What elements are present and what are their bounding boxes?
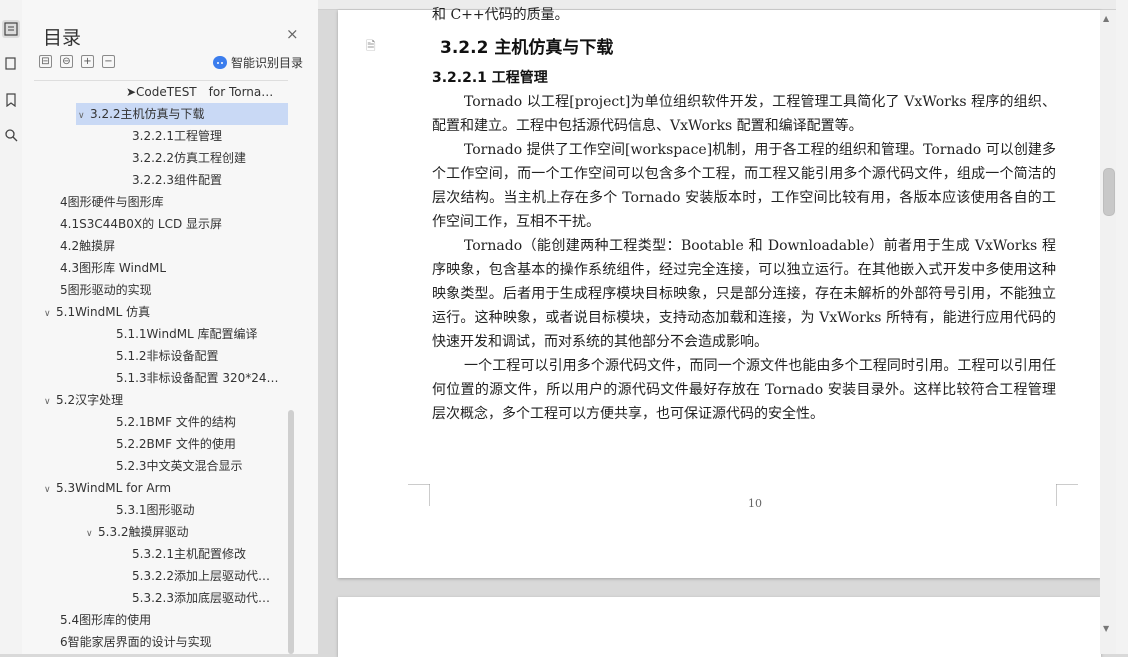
toc-item-label: 3.2.2.2仿真工程创建 bbox=[132, 151, 246, 165]
chevron-down-icon[interactable]: ∨ bbox=[86, 523, 98, 543]
toc-item[interactable]: 5.4图形库的使用 bbox=[34, 609, 288, 631]
toc-item[interactable]: 6智能家居界面的设计与实现 bbox=[34, 631, 288, 653]
chevron-down-icon[interactable]: ∨ bbox=[44, 391, 56, 411]
pages-icon[interactable] bbox=[2, 55, 20, 73]
toc-item-label: 5.3.2.3添加底层驱动代码文件 bbox=[132, 591, 288, 605]
prev-text-line: 和 C++代码的质量。 bbox=[432, 7, 569, 23]
toc-item[interactable]: 5.1.2非标设备配置 bbox=[34, 345, 288, 367]
toc-item[interactable]: 5.1.3非标设备配置 320*240 彩… bbox=[34, 367, 288, 389]
toc-title: 目录 bbox=[43, 27, 82, 49]
toc-item-label: 6智能家居界面的设计与实现 bbox=[60, 635, 212, 649]
toc-item[interactable]: 4.2触摸屏 bbox=[34, 235, 288, 257]
toc-item-label: 5.4图形库的使用 bbox=[60, 613, 152, 627]
toc-item[interactable]: 4.3图形库 WindML bbox=[34, 257, 288, 279]
toc-item-label: 4图形硬件与图形库 bbox=[60, 195, 164, 209]
toc-item-label: 5.2汉字处理 bbox=[56, 393, 124, 407]
toc-panel-icon[interactable] bbox=[2, 20, 20, 38]
toc-item-label: 5.3.1图形驱动 bbox=[116, 503, 195, 517]
remove-heading-button[interactable]: − bbox=[102, 55, 115, 68]
right-toolbar bbox=[1116, 0, 1128, 654]
page-11 bbox=[338, 597, 1101, 657]
paragraph-1: Tornado 以工程[project]为单位组织软件开发，工程管理工具简化了 … bbox=[432, 94, 1056, 134]
toc-item[interactable]: ∨ 5.3WindML for Arm bbox=[34, 477, 288, 499]
toc-item[interactable]: 3.2.2.2仿真工程创建 bbox=[34, 147, 288, 169]
scroll-up-arrow[interactable]: ▲ bbox=[1103, 14, 1109, 23]
smart-toc-label: 智能识别目录 bbox=[231, 56, 304, 70]
toc-item-label: 5.2.1BMF 文件的结构 bbox=[116, 415, 236, 429]
toc-item-label: 5.1.3非标设备配置 320*240 彩… bbox=[116, 371, 288, 385]
toc-toolbar: ⊟ ⊖ + − bbox=[39, 55, 115, 68]
bookmark-icon[interactable] bbox=[2, 91, 20, 109]
toc-item[interactable]: 5.2.2BMF 文件的使用 bbox=[34, 433, 288, 455]
toc-item-label: 3.2.2.1工程管理 bbox=[132, 129, 222, 143]
toc-item[interactable]: ∨ 5.2汉字处理 bbox=[34, 389, 288, 411]
toc-item-label: 5.2.3中文英文混合显示 bbox=[116, 459, 243, 473]
document-scrollbar[interactable]: ▲ ▼ bbox=[1100, 10, 1116, 654]
toc-item[interactable]: 5.2.3中文英文混合显示 bbox=[34, 455, 288, 477]
toc-item-label: 5图形驱动的实现 bbox=[60, 283, 152, 297]
document-area: 和 C++代码的质量。 🗎 3.2.2 主机仿真与下载 3.2.2.1 工程管理… bbox=[318, 0, 1128, 657]
toc-item[interactable]: 5.1.1WindML 库配置编译 bbox=[34, 323, 288, 345]
toc-item[interactable]: ∨ 3.2.2主机仿真与下载 bbox=[76, 103, 288, 125]
heading-3-2-2-1: 3.2.2.1 工程管理 bbox=[432, 70, 548, 86]
toc-scrollbar[interactable] bbox=[288, 410, 294, 654]
paragraph-3: Tornado（能创建两种工程类型：Bootable 和 Downloadabl… bbox=[432, 238, 1056, 350]
paragraph-2: Tornado 提供了工作空间[workspace]机制，用于各工程的组织和管理… bbox=[432, 142, 1056, 230]
toc-item[interactable]: 5.2.1BMF 文件的结构 bbox=[34, 411, 288, 433]
toc-item-label: 4.2触摸屏 bbox=[60, 239, 116, 253]
toc-item[interactable]: 5.3.2.2添加上层驱动代码文件 bbox=[34, 565, 288, 587]
toc-item-label: ➤CodeTEST for Tornad… bbox=[126, 85, 281, 99]
page-10: 和 C++代码的质量。 🗎 3.2.2 主机仿真与下载 3.2.2.1 工程管理… bbox=[338, 7, 1101, 578]
toc-item-label: 5.2.2BMF 文件的使用 bbox=[116, 437, 236, 451]
toc-item-label: 5.3WindML for Arm bbox=[56, 481, 172, 495]
toc-item[interactable]: ➤CodeTEST for Tornad… bbox=[34, 81, 288, 103]
toc-item[interactable]: 5图形驱动的实现 bbox=[34, 279, 288, 301]
toc-item[interactable]: 3.2.2.3组件配置 bbox=[34, 169, 288, 191]
toc-item-label: 5.1.1WindML 库配置编译 bbox=[116, 327, 258, 341]
toc-item-label: 4.1S3C44B0X的 LCD 显示屏 bbox=[60, 217, 223, 231]
page-number: 10 bbox=[748, 497, 762, 510]
left-toolbar bbox=[0, 0, 23, 654]
add-heading-button[interactable]: + bbox=[81, 55, 94, 68]
toc-item-label: 5.1WindML 仿真 bbox=[56, 305, 151, 319]
chevron-down-icon[interactable]: ∨ bbox=[44, 303, 56, 323]
toc-item[interactable]: ∨ 5.1WindML 仿真 bbox=[34, 301, 288, 323]
margin-corner-left bbox=[408, 484, 430, 506]
toc-item-label: 5.1.2非标设备配置 bbox=[116, 349, 219, 363]
toc-item-label: 3.2.2.3组件配置 bbox=[132, 173, 222, 187]
toc-item-label: 5.3.2.1主机配置修改 bbox=[132, 547, 246, 561]
toc-item-label: 5.3.2.2添加上层驱动代码文件 bbox=[132, 569, 288, 583]
scrollbar-thumb[interactable] bbox=[1103, 168, 1115, 216]
toc-item[interactable]: 4图形硬件与图形库 bbox=[34, 191, 288, 213]
toc-item[interactable]: ∨ 5.3.2触摸屏驱动 bbox=[34, 521, 288, 543]
document-icon[interactable]: 🗎 bbox=[366, 37, 376, 58]
scroll-down-arrow[interactable]: ▼ bbox=[1103, 624, 1109, 633]
paragraph-4: 一个工程可以引用多个源代码文件，而同一个源文件也能由多个工程同时引用。工程可以引… bbox=[432, 358, 1056, 422]
margin-corner-right bbox=[1056, 484, 1078, 506]
toc-item-label: 3.2.2主机仿真与下载 bbox=[90, 107, 205, 121]
heading-3-2-2: 3.2.2 主机仿真与下载 bbox=[440, 38, 614, 58]
toc-item[interactable]: 3.2.2.1工程管理 bbox=[34, 125, 288, 147]
toc-item-label: 4.3图形库 WindML bbox=[60, 261, 167, 275]
level-up-button[interactable]: ⊖ bbox=[60, 55, 73, 68]
toc-item[interactable]: 4.1S3C44B0X的 LCD 显示屏 bbox=[34, 213, 288, 235]
smart-toc-button[interactable]: 智能识别目录 bbox=[213, 54, 303, 71]
close-icon[interactable]: × bbox=[286, 26, 299, 42]
robot-icon bbox=[213, 56, 227, 69]
toc-item-label: 5.3.2触摸屏驱动 bbox=[98, 525, 189, 539]
chevron-down-icon[interactable]: ∨ bbox=[78, 105, 90, 125]
toc-list: ➤CodeTEST for Tornad… ∨ 3.2.2主机仿真与下载 3.2.2.… bbox=[34, 80, 288, 655]
toc-item[interactable]: 5.3.2.1主机配置修改 bbox=[34, 543, 288, 565]
toc-panel: 目录 × ⊟ ⊖ + − 智能识别目录 ➤CodeTEST for Tornad… bbox=[22, 0, 318, 654]
toc-item[interactable]: 5.3.2.3添加底层驱动代码文件 bbox=[34, 587, 288, 609]
search-icon[interactable] bbox=[2, 126, 20, 144]
collapse-all-button[interactable]: ⊟ bbox=[39, 55, 52, 68]
toc-item[interactable]: 5.3.1图形驱动 bbox=[34, 499, 288, 521]
chevron-down-icon[interactable]: ∨ bbox=[44, 479, 56, 499]
